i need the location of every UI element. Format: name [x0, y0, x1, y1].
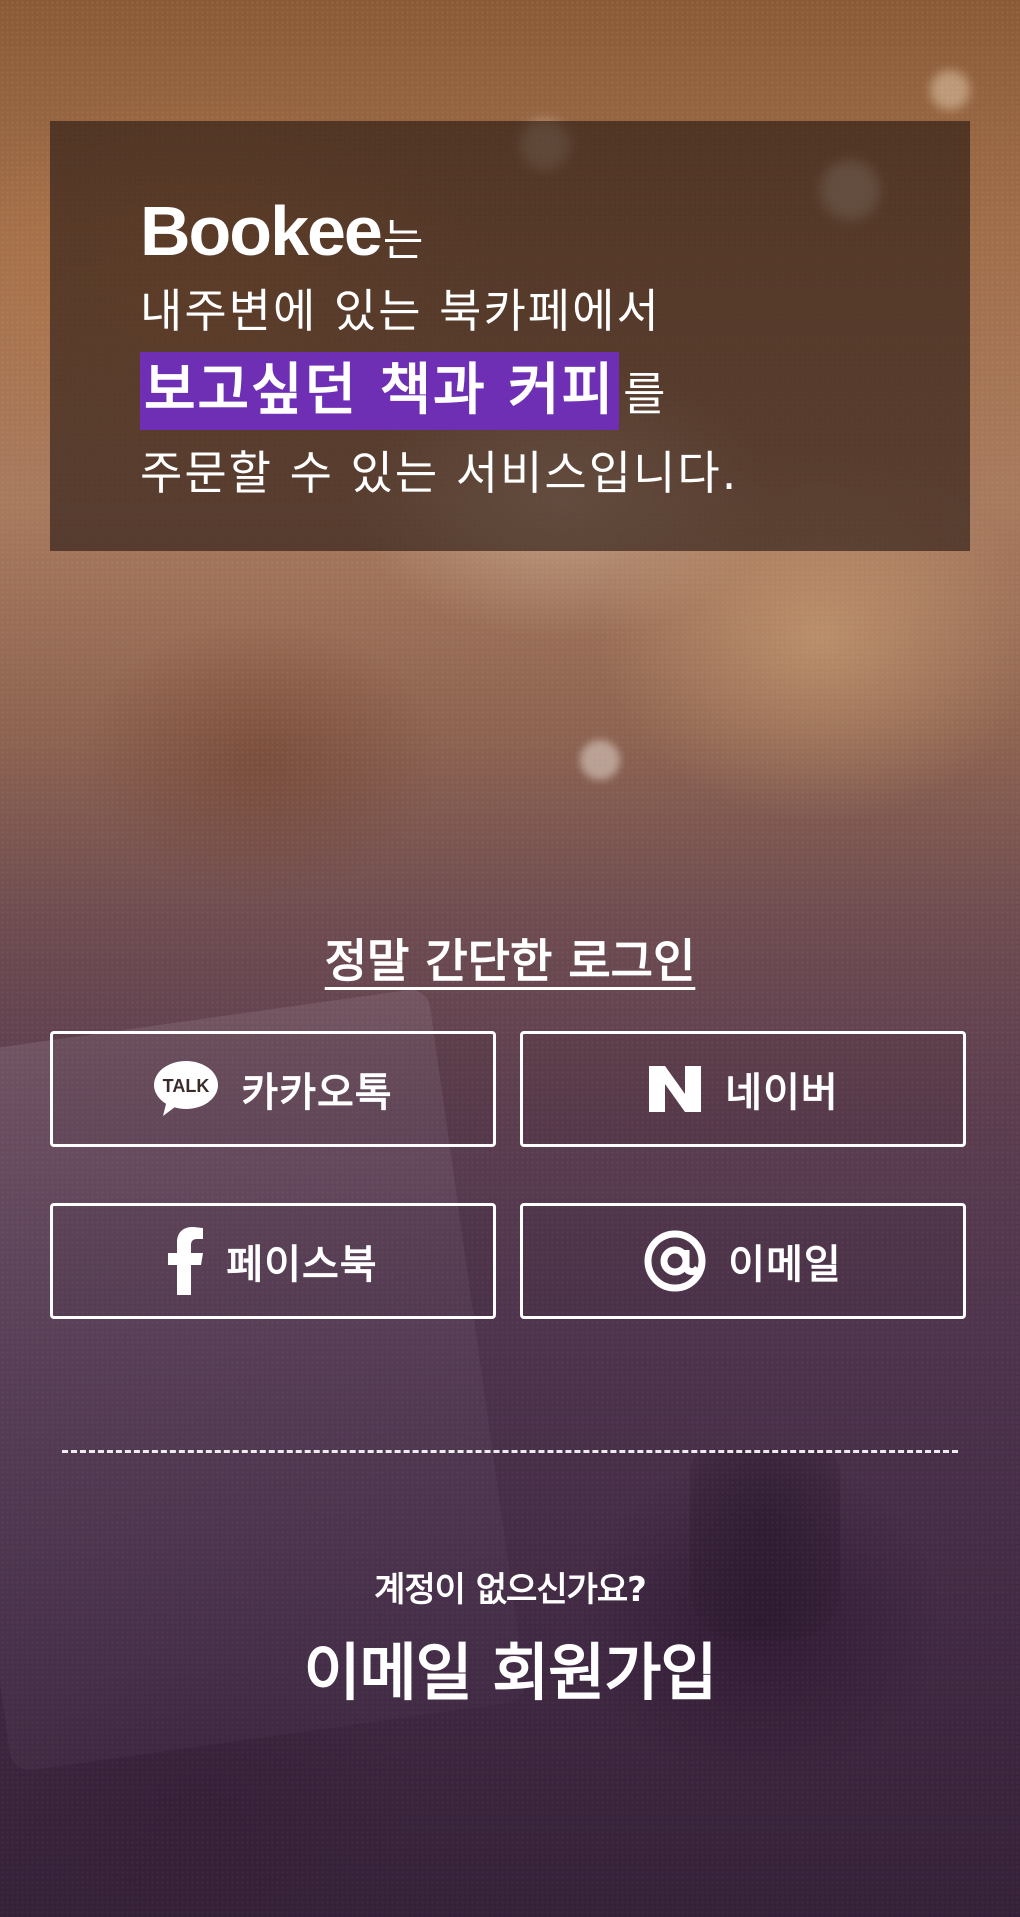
intro-line-1: Bookee 는 — [140, 191, 940, 271]
intro-line-4: 주문할 수 있는 서비스입니다. — [140, 446, 739, 500]
email-login-button[interactable]: 이메일 — [520, 1203, 966, 1319]
facebook-login-button[interactable]: 페이스북 — [50, 1203, 496, 1319]
kakao-login-button[interactable]: TALK 카카오톡 — [50, 1031, 496, 1147]
login-title-text: 정말 간단한 로그인 — [324, 934, 696, 988]
brand-name: Bookee — [140, 192, 383, 270]
naver-login-button[interactable]: 네이버 — [520, 1031, 966, 1147]
intro-line-3: 보고싶던 책과 커피 를 — [140, 349, 940, 433]
brand-suffix: 는 — [382, 215, 424, 266]
section-divider — [62, 1450, 958, 1453]
intro-highlight: 보고싶던 책과 커피 — [140, 352, 620, 430]
email-login-label: 이메일 — [728, 1242, 842, 1288]
facebook-icon — [168, 1227, 204, 1295]
intro-text: Bookee 는 내주변에 있는 북카페에서 보고싶던 책과 커피 를 주문할 … — [140, 191, 940, 507]
intro-line-2: 내주변에 있는 북카페에서 — [140, 284, 661, 338]
email-signup-link[interactable]: 이메일 회원가입 — [0, 1622, 1020, 1712]
kakao-icon-text: TALK — [163, 1076, 210, 1096]
naver-icon — [647, 1064, 703, 1114]
kakao-login-label: 카카오톡 — [241, 1070, 393, 1116]
login-title: 정말 간단한 로그인 — [0, 925, 1020, 991]
naver-login-label: 네이버 — [725, 1070, 839, 1116]
kakao-talk-icon: TALK — [153, 1060, 219, 1118]
intro-panel: Bookee 는 내주변에 있는 북카페에서 보고싶던 책과 커피 를 주문할 … — [50, 121, 970, 551]
intro-highlight-suffix: 를 — [623, 367, 666, 421]
facebook-login-label: 페이스북 — [226, 1242, 378, 1288]
at-sign-icon — [644, 1230, 706, 1292]
signup-question: 계정이 없으신가요? — [374, 1570, 647, 1610]
